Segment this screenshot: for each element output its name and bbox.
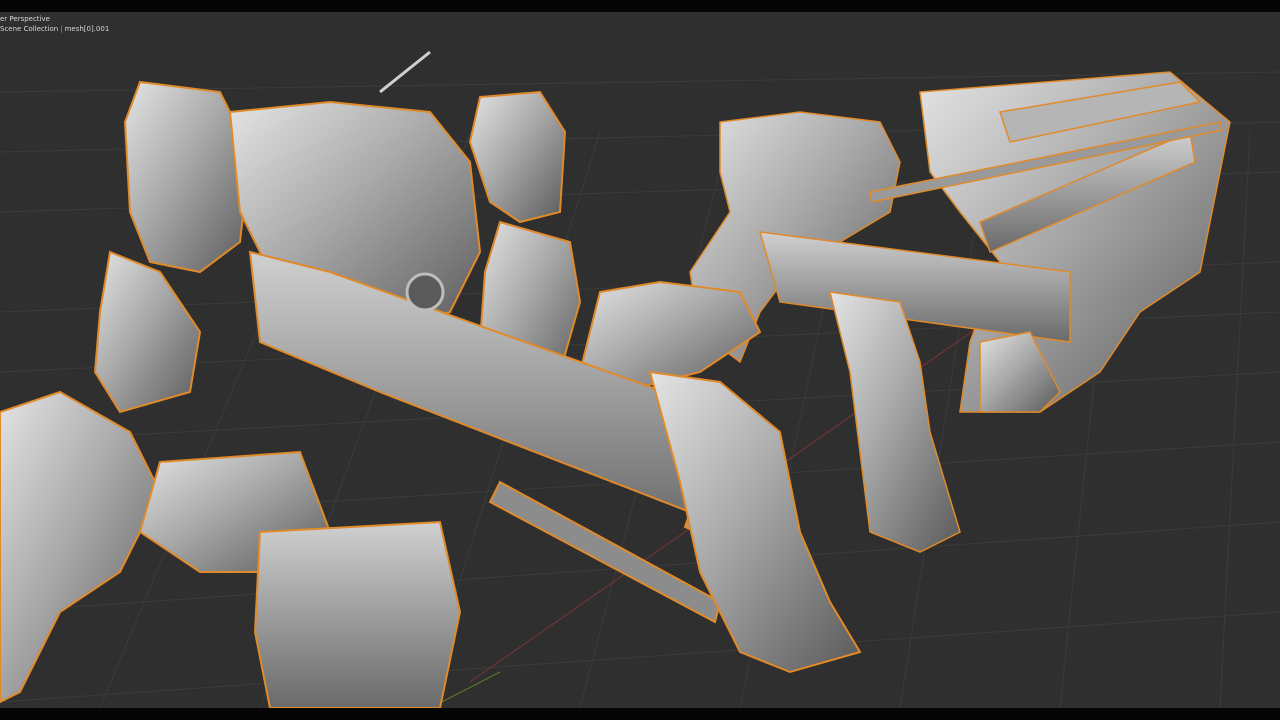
letterbox-top xyxy=(0,0,1280,12)
viewport-canvas[interactable] xyxy=(0,12,1280,708)
breadcrumb-active-object: mesh[0].001 xyxy=(64,25,110,33)
breadcrumb: Scene Collection | mesh[0].001 xyxy=(0,24,109,34)
viewport-header-text: er Perspective Scene Collection | mesh[0].… xyxy=(0,14,109,34)
view-perspective-label: er Perspective xyxy=(0,15,50,23)
breadcrumb-collection: Scene Collection xyxy=(0,25,59,33)
3d-viewport[interactable]: er Perspective Scene Collection | mesh[0].… xyxy=(0,12,1280,708)
letterbox-bottom xyxy=(0,708,1280,720)
